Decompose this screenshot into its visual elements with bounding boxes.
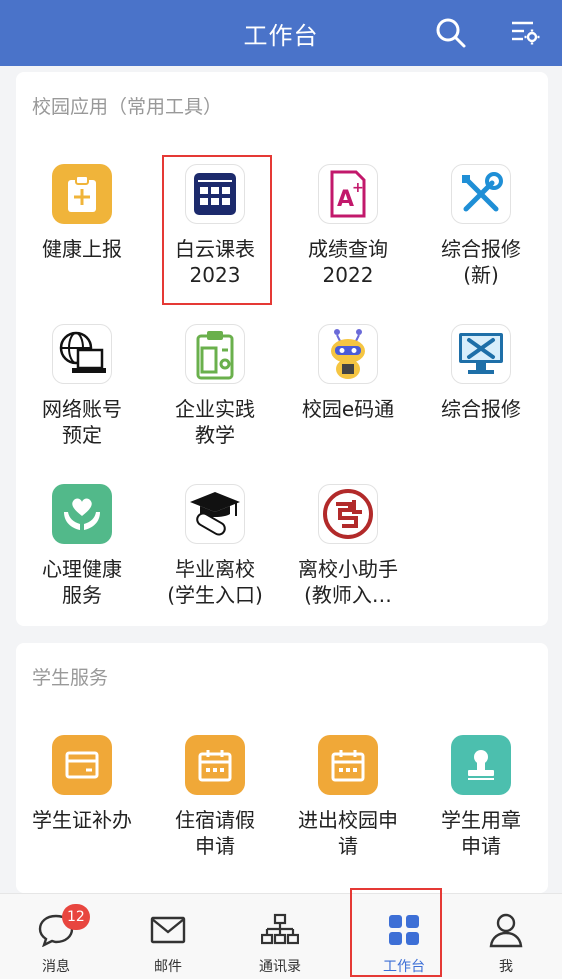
card-icon <box>52 735 112 795</box>
app-leave-assistant[interactable]: 离校小助手 (教师入… <box>282 484 414 608</box>
robot-mascot-icon <box>318 324 378 384</box>
chat-bubble-icon: 12 <box>36 904 90 950</box>
calendar-icon <box>185 735 245 795</box>
app-label: 校园e码通 <box>301 397 395 421</box>
svg-text:+: + <box>352 180 364 196</box>
unread-badge: 12 <box>62 904 90 930</box>
app-label: 白云课表 2023 <box>175 237 255 287</box>
app-mental-health[interactable]: 心理健康 服务 <box>16 484 148 608</box>
tab-label: 我 <box>499 959 513 975</box>
app-label: 网络账号 预定 <box>42 397 122 447</box>
section-title: 学生服务 <box>32 667 109 689</box>
tab-workbench[interactable]: 工作台 <box>348 894 460 979</box>
app-label: 学生证补办 <box>32 808 132 832</box>
envelope-icon <box>148 910 188 950</box>
app-repair-new[interactable]: 综合报修 (新) <box>415 164 547 288</box>
app-label: 离校小助手 (教师入… <box>298 557 398 607</box>
section-title: 校园应用（常用工具） <box>32 96 223 118</box>
search-icon <box>436 18 466 48</box>
school-seal-icon <box>318 484 378 544</box>
tab-contacts[interactable]: 通讯录 <box>224 894 336 979</box>
app-graduation-leave[interactable]: 毕业离校 (学生入口) <box>149 484 281 608</box>
list-settings-icon <box>512 21 540 45</box>
app-baiyun-timetable[interactable]: 白云课表 2023 <box>149 164 281 288</box>
search-button[interactable] <box>432 14 470 52</box>
page-title: 工作台 <box>243 21 319 50</box>
student-services-card: 学生服务 学生证补办 住宿请假 申请 进出校园申 请 学生用章 申请 <box>16 643 548 893</box>
settings-button[interactable] <box>506 14 544 52</box>
tab-mail[interactable]: 邮件 <box>112 894 224 979</box>
app-label: 综合报修 (新) <box>441 237 521 287</box>
globe-laptop-icon <box>52 324 112 384</box>
calendar-icon <box>318 735 378 795</box>
stamp-icon <box>451 735 511 795</box>
app-campus-entry[interactable]: 进出校园申 请 <box>282 735 414 859</box>
app-label: 心理健康 服务 <box>42 557 122 607</box>
graduation-cap-icon <box>185 484 245 544</box>
app-label: 企业实践 教学 <box>175 397 255 447</box>
app-label: 学生用章 申请 <box>441 808 521 858</box>
grade-document-icon: A + <box>318 164 378 224</box>
calendar-grid-icon <box>185 164 245 224</box>
app-label: 毕业离校 (学生入口) <box>167 557 263 607</box>
app-enterprise-practice[interactable]: 企业实践 教学 <box>149 324 281 448</box>
app-label: 健康上报 <box>42 237 122 261</box>
app-student-card-reissue[interactable]: 学生证补办 <box>16 735 148 833</box>
app-label: 综合报修 <box>441 397 521 421</box>
tab-me[interactable]: 我 <box>450 894 562 979</box>
app-repair[interactable]: 综合报修 <box>415 324 547 422</box>
clipboard-green-icon <box>185 324 245 384</box>
bottom-tab-bar: 12 消息 邮件 通讯录 工作台 我 <box>0 893 562 979</box>
app-dorm-leave[interactable]: 住宿请假 申请 <box>149 735 281 859</box>
tab-messages[interactable]: 12 消息 <box>0 894 112 979</box>
app-health-report[interactable]: 健康上报 <box>16 164 148 262</box>
app-label: 进出校园申 请 <box>298 808 398 858</box>
org-chart-icon <box>260 910 300 950</box>
app-seal-request[interactable]: 学生用章 申请 <box>415 735 547 859</box>
tab-label: 通讯录 <box>259 959 301 975</box>
app-campus-ecode[interactable]: 校园e码通 <box>282 324 414 422</box>
app-label: 成绩查询 2022 <box>308 237 388 287</box>
heart-hands-icon <box>52 484 112 544</box>
clipboard-plus-icon <box>52 164 112 224</box>
top-bar: 工作台 <box>0 0 562 66</box>
monitor-tools-icon <box>451 324 511 384</box>
app-label: 住宿请假 申请 <box>175 808 255 858</box>
campus-apps-card: 校园应用（常用工具） 健康上报 白云课表 2023 A + 成绩查询 2022 … <box>16 72 548 626</box>
grid-apps-icon <box>384 910 424 950</box>
app-network-account[interactable]: 网络账号 预定 <box>16 324 148 448</box>
tab-label: 消息 <box>42 959 70 975</box>
app-grade-query[interactable]: A + 成绩查询 2022 <box>282 164 414 288</box>
tab-label: 邮件 <box>154 959 182 975</box>
person-icon <box>486 910 526 950</box>
wrench-screwdriver-icon <box>451 164 511 224</box>
tab-label: 工作台 <box>383 959 425 975</box>
